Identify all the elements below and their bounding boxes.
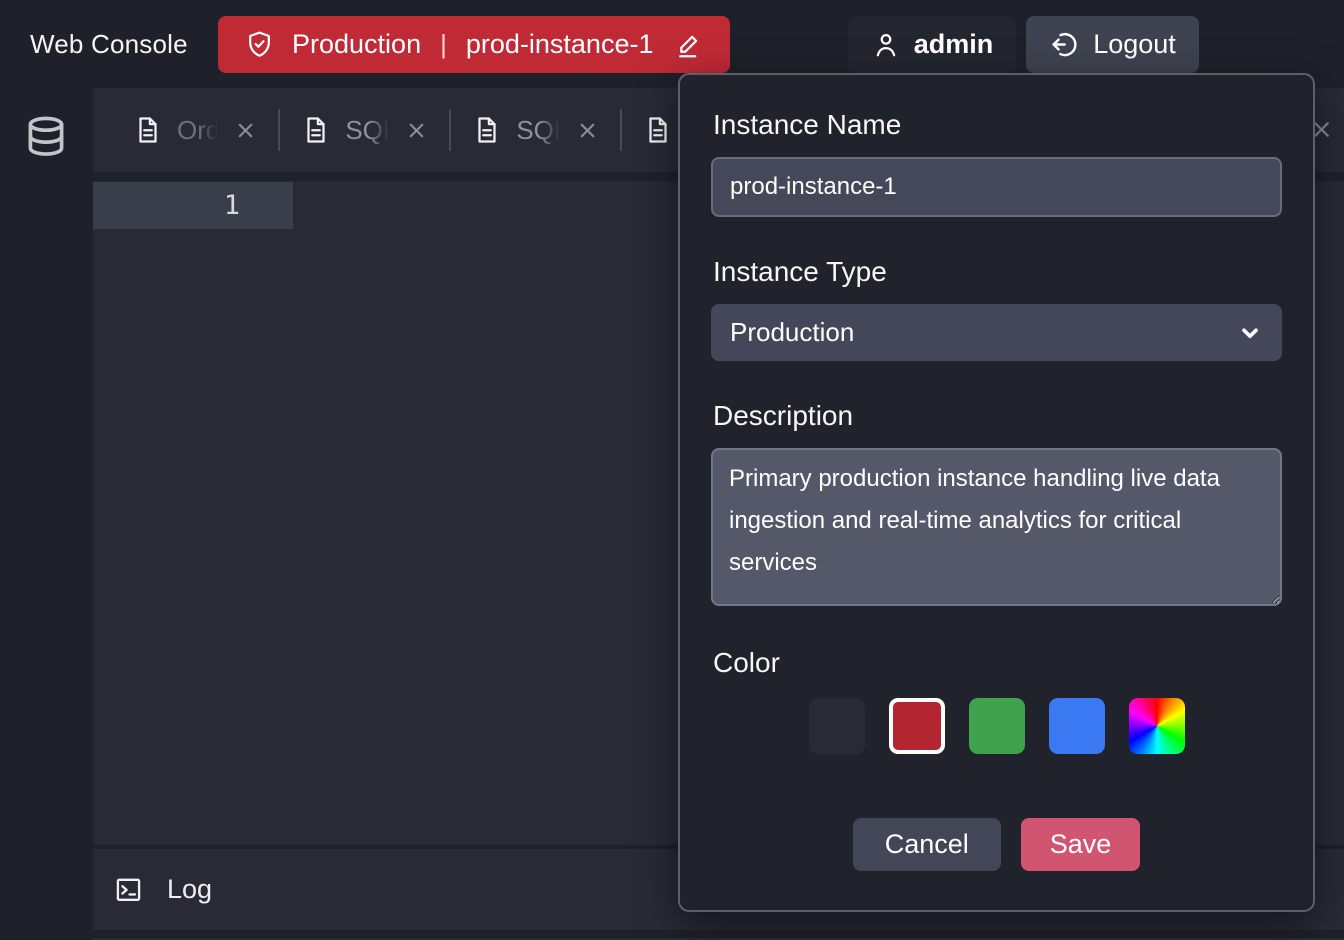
tab-label: Ord <box>177 115 220 146</box>
tab-close-icon[interactable] <box>405 119 428 142</box>
tab-close-icon[interactable] <box>234 119 257 142</box>
color-swatch-row <box>711 698 1282 754</box>
tab-close-icon[interactable] <box>576 119 599 142</box>
edit-pencil-icon[interactable] <box>674 30 704 60</box>
bottom-divider <box>93 930 1344 938</box>
color-swatch-blue[interactable] <box>1049 698 1105 754</box>
instance-name-field-label: Instance Name <box>713 109 1282 141</box>
file-icon <box>643 115 673 145</box>
color-swatch-rainbow[interactable] <box>1129 698 1185 754</box>
instance-type-select[interactable]: Production <box>711 304 1282 361</box>
app-title: Web Console <box>30 29 188 60</box>
color-swatch-default[interactable] <box>809 698 865 754</box>
user-icon <box>871 30 901 60</box>
edit-instance-dialog: Instance Name Instance Type Production D… <box>678 73 1315 912</box>
description-field-label: Description <box>713 400 1282 432</box>
color-field-label: Color <box>713 647 1282 679</box>
instance-badge[interactable]: Production | prod-instance-1 <box>218 16 730 73</box>
tab-label: SQL <box>516 115 562 146</box>
file-icon <box>472 115 502 145</box>
editor-tab[interactable]: SQL <box>280 88 449 172</box>
left-sidebar <box>0 88 93 940</box>
color-swatch-green[interactable] <box>969 698 1025 754</box>
instance-type-selected-value: Production <box>730 317 854 348</box>
color-swatch-red[interactable] <box>889 698 945 754</box>
line-number: 1 <box>224 190 240 221</box>
user-name: admin <box>914 29 994 60</box>
logout-label: Logout <box>1093 29 1176 60</box>
user-button[interactable]: admin <box>848 16 1016 73</box>
cancel-button[interactable]: Cancel <box>853 818 1001 871</box>
save-button[interactable]: Save <box>1021 818 1141 871</box>
tab-label: SQL <box>345 115 391 146</box>
terminal-icon <box>113 874 144 905</box>
editor-tab[interactable]: SQL <box>451 88 620 172</box>
instance-name-input[interactable] <box>711 157 1282 217</box>
instance-type-label: Production <box>292 29 421 60</box>
log-label: Log <box>167 874 212 905</box>
editor-active-line-gutter: 1 <box>93 182 293 229</box>
dialog-button-row: Cancel Save <box>711 818 1282 871</box>
file-icon <box>301 115 331 145</box>
file-icon <box>133 115 163 145</box>
instance-name-label: prod-instance-1 <box>466 29 654 60</box>
logout-icon <box>1049 29 1080 60</box>
instance-type-field-label: Instance Type <box>713 256 1282 288</box>
badge-separator: | <box>438 29 449 60</box>
description-textarea[interactable]: Primary production instance handling liv… <box>711 448 1282 606</box>
shield-check-icon <box>244 29 275 60</box>
editor-tab[interactable]: Ord <box>93 88 278 172</box>
chevron-down-icon <box>1237 320 1263 346</box>
logout-button[interactable]: Logout <box>1026 16 1199 73</box>
database-icon[interactable] <box>24 114 93 164</box>
